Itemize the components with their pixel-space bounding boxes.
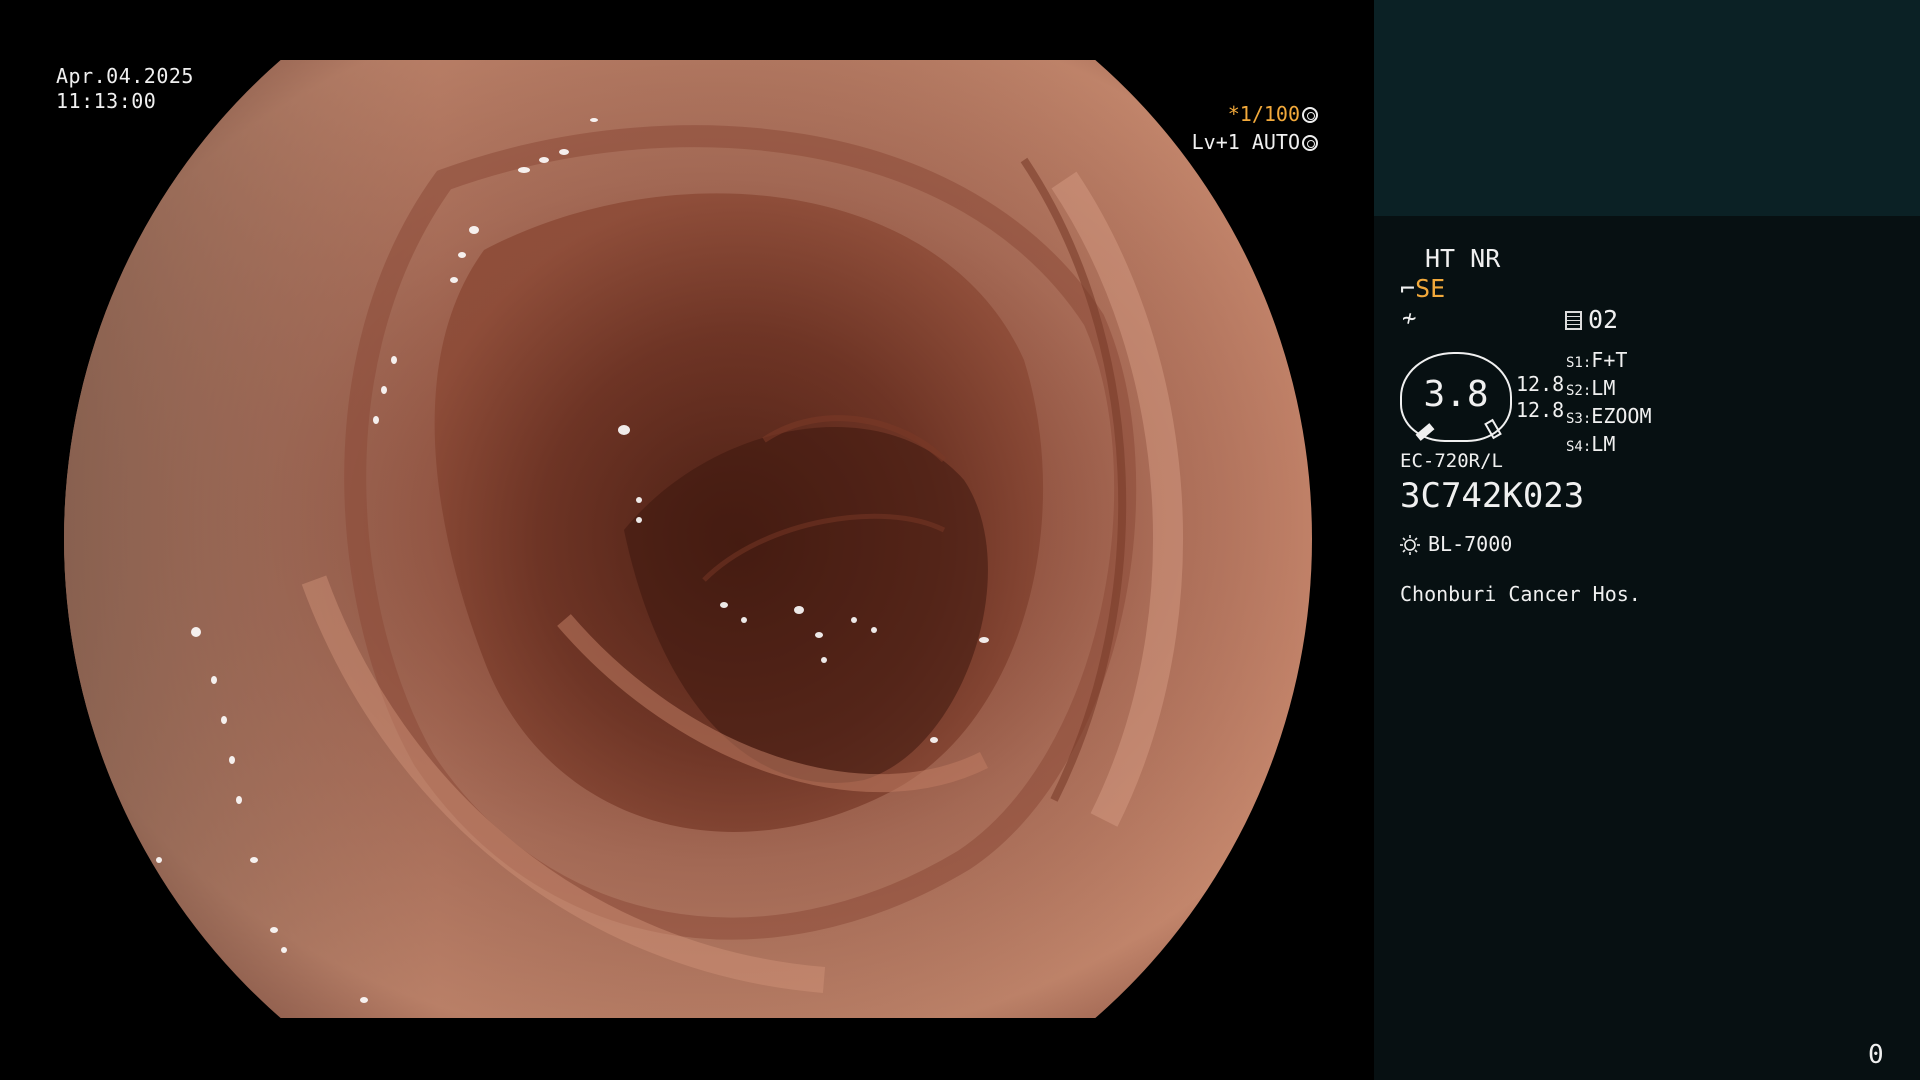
shutter-overlay: *1/100 Lv+1 AUTO — [1192, 100, 1318, 156]
scope-icon: ⌐ — [1400, 274, 1416, 303]
info-panel-header — [1374, 0, 1920, 216]
endoscopy-screen: Apr.04.2025 11:13:00 *1/100 Lv+1 AUTO HT… — [0, 0, 1920, 1080]
switch-item: S3:EZOOM — [1566, 404, 1652, 428]
auto-icon — [1302, 135, 1318, 151]
light-icon — [1400, 535, 1420, 555]
info-panel — [1374, 216, 1920, 1080]
endoscope-image — [64, 60, 1312, 1018]
switch-item: S1:F+T — [1566, 348, 1628, 372]
corner-number: 0 — [1868, 1040, 1884, 1070]
memory-number: 02 — [1588, 305, 1619, 334]
ht-nr-label: HT NR — [1425, 244, 1501, 273]
gauge-value: 3.8 — [1423, 374, 1489, 415]
memory-icon — [1565, 311, 1582, 330]
freeze-icon: ≁ — [1402, 304, 1417, 332]
time-text: 11:13:00 — [56, 89, 157, 113]
se-label: SE — [1415, 274, 1446, 303]
switch-list: S1:F+T S2:LM S3:EZOOM S4:LM — [1566, 348, 1652, 460]
light-source-label: BL-7000 — [1428, 532, 1513, 556]
scope-model: EC-720R/L — [1400, 450, 1503, 472]
switch-item: S2:LM — [1566, 376, 1616, 400]
date-text: Apr.04.2025 — [56, 64, 194, 88]
date-time-overlay: Apr.04.2025 11:13:00 — [56, 64, 194, 114]
se-line: ⌐SE — [1400, 274, 1445, 303]
light-source: BL-7000 — [1400, 532, 1512, 556]
memory-indicator: 02 — [1565, 305, 1618, 334]
gauge-side-value-2: 12.8 — [1516, 398, 1565, 422]
shutter-speed: *1/100 — [1227, 102, 1300, 126]
gauge: 3.8 — [1400, 352, 1512, 442]
switch-item: S4:LM — [1566, 432, 1616, 456]
gauge-left-mark — [1415, 423, 1435, 441]
shutter-mode: Lv+1 AUTO — [1191, 130, 1300, 154]
hospital-name: Chonburi Cancer Hos. — [1400, 582, 1641, 606]
gauge-side-value-1: 12.8 — [1516, 372, 1565, 396]
colon-lumen-image — [64, 60, 1312, 1018]
shutter-icon — [1302, 107, 1318, 123]
scope-serial: 3C742K023 — [1400, 476, 1585, 516]
